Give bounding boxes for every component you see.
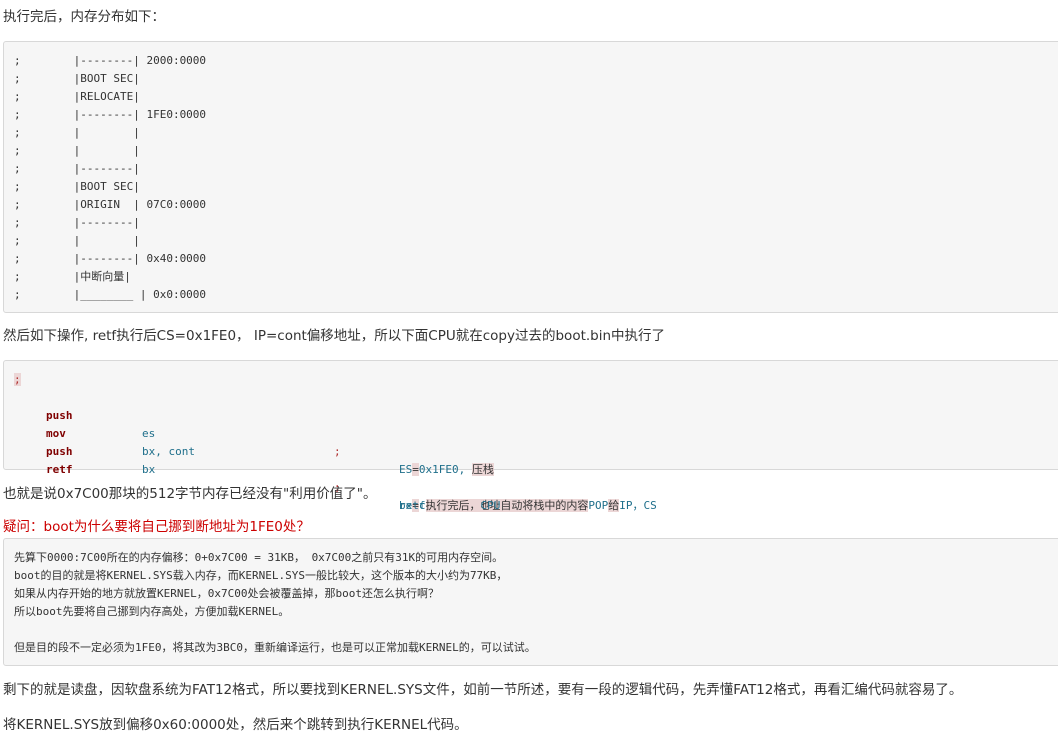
code-line: ; |--------| 2000:0000 xyxy=(14,54,207,67)
code-line: ; |________ | 0x0:0000 xyxy=(14,288,207,301)
code-line: ; |BOOT SEC| xyxy=(14,180,140,193)
code-line: ; |ORIGIN | 07C0:0000 xyxy=(14,198,207,211)
answer-line: 所以boot先要将自己挪到内存高处，方便加载KERNEL。 xyxy=(14,605,290,618)
paragraph-kernel-jump: 将KERNEL.SYS放到偏移0x60:0000处，然后来个跳转到执行KERNE… xyxy=(3,717,468,733)
answer-line: 先算下0000:7C00所在的内存偏移：0+0x7C00 = 31KB， 0x7… xyxy=(14,551,504,564)
paragraph-retf-explain: 然后如下操作, retf执行后CS=0x1FE0， IP=cont偏移地址，所以… xyxy=(3,328,666,344)
answer-line: boot的目的就是将KERNEL.SYS载入内存，而KERNEL.SYS一般比较… xyxy=(14,569,508,582)
code-line: ; |BOOT SEC| xyxy=(14,72,140,85)
answer-line: 如果从内存开始的地方就放置KERNEL，0x7C00处会被覆盖掉，那boot还怎… xyxy=(14,587,439,600)
code-line: ; |--------| xyxy=(14,162,140,175)
code-line: ; |RELOCATE| xyxy=(14,90,140,103)
paragraph-read-disk: 剩下的就是读盘，因软盘系统为FAT12格式，所以要找到KERNEL.SYS文件，… xyxy=(3,682,963,698)
code-line: ; |--------| 0x40:0000 xyxy=(14,252,207,265)
code-line: ; |中断向量| xyxy=(14,270,131,283)
asm-code-block: ; push es ; ES=0x1FE0, 压栈 mov bx, cont p… xyxy=(3,360,1058,512)
asm-lead-comment: ; xyxy=(14,373,21,386)
code-line: ; |--------| 1FE0:0000 xyxy=(14,108,207,121)
paragraph-intro: 执行完后，内存分布如下： xyxy=(3,9,165,25)
answer-line: 但是目的段不一定必须为1FE0，将其改为3BC0，重新编译运行，也是可以正常加载… xyxy=(14,641,536,654)
code-line: ; | | xyxy=(14,234,140,247)
paragraph-memory-useless: 也就是说0x7C00那块的512字节内存已经没有"利用价值了"。 xyxy=(3,486,377,502)
code-line: ; |--------| xyxy=(14,216,140,229)
code-line: ; | | xyxy=(14,144,140,157)
code-line: ; | | xyxy=(14,126,140,139)
question-heading: 疑问：boot为什么要将自己挪到断地址为1FE0处？ xyxy=(3,519,310,535)
memory-map-code-block: ; |--------| 2000:0000 ; |BOOT SEC| ; |R… xyxy=(3,41,1058,313)
answer-code-block: 先算下0000:7C00所在的内存偏移：0+0x7C00 = 31KB， 0x7… xyxy=(3,538,1058,666)
